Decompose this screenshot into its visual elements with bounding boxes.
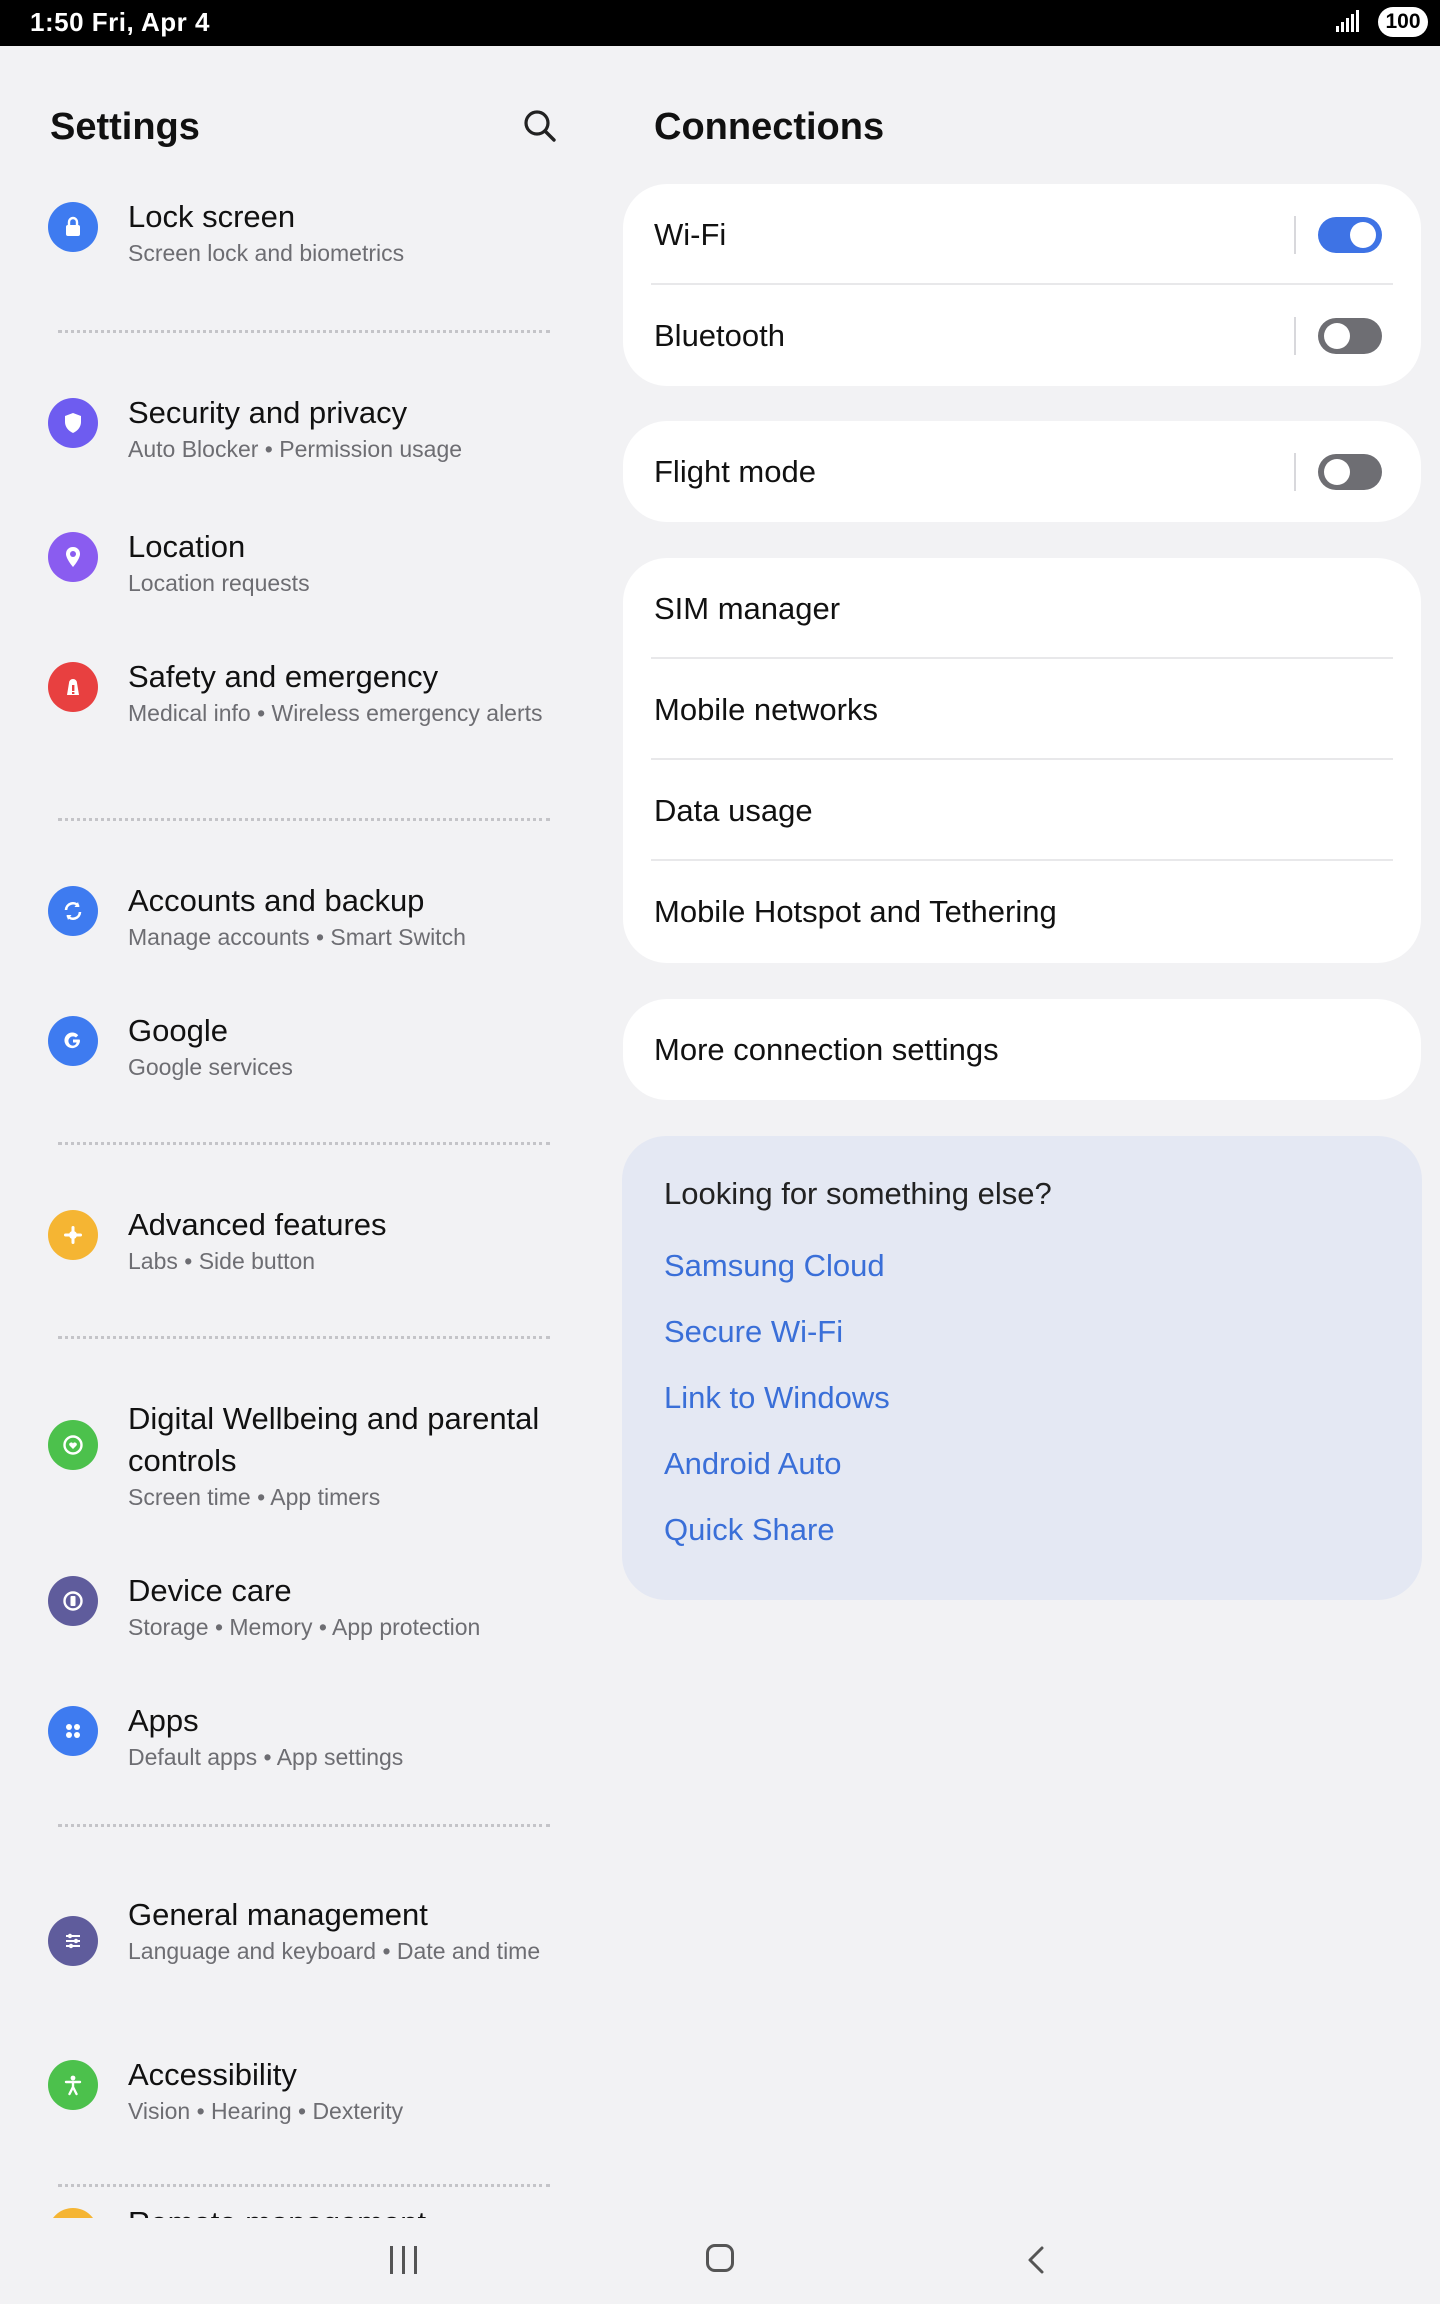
item-title: Google	[128, 1013, 228, 1048]
status-time: 1:50 Fri, Apr 4	[30, 7, 210, 37]
item-title: Advanced features	[128, 1207, 387, 1242]
location-pin-icon	[48, 532, 98, 582]
item-subtitle: Google services	[128, 1054, 293, 1080]
item-title: Apps	[128, 1703, 199, 1738]
toggle-knob	[1350, 222, 1376, 248]
item-title: General management	[128, 1897, 428, 1932]
item-title: Lock screen	[128, 199, 296, 234]
suggestions-card: Looking for something else? Samsung Clou…	[622, 1136, 1422, 1600]
row-vertical-divider	[1294, 453, 1296, 491]
link-secure-wifi[interactable]: Secure Wi-Fi	[664, 1314, 843, 1350]
group-divider	[58, 1336, 550, 1339]
signal-icon	[1336, 10, 1360, 32]
toggle-knob	[1324, 323, 1350, 349]
more-settings-card: More connection settings	[623, 999, 1421, 1100]
item-subtitle: Language and keyboard • Date and time	[128, 1938, 541, 1964]
settings-list-panel: Settings Lock screen Screen lock and biom…	[0, 46, 600, 2218]
item-subtitle: Location requests	[128, 570, 310, 596]
sync-icon	[48, 886, 98, 936]
wifi-label: Wi-Fi	[654, 217, 727, 252]
recent-apps-button[interactable]	[390, 2246, 420, 2274]
wellbeing-icon	[48, 1420, 98, 1470]
item-title: Accounts and backup	[128, 883, 425, 918]
sim-manager-label: SIM manager	[654, 591, 841, 626]
remote-icon	[48, 2208, 98, 2218]
item-title: Security and privacy	[128, 395, 408, 430]
item-title: Remote management	[128, 2202, 568, 2218]
apps-grid-icon	[48, 1706, 98, 1756]
item-title: Device care	[128, 1573, 292, 1608]
battery-icon: 100	[1378, 7, 1428, 37]
accessibility-icon	[48, 2060, 98, 2110]
item-subtitle: Screen lock and biometrics	[128, 240, 405, 266]
network-card: SIM manager Mobile networks Data usage M…	[623, 558, 1421, 963]
mobile-networks-label: Mobile networks	[654, 692, 878, 727]
mobile-networks-row[interactable]: Mobile networks	[623, 659, 1421, 760]
lock-icon	[48, 202, 98, 252]
flight-mode-label: Flight mode	[654, 454, 816, 489]
flight-mode-card: Flight mode	[623, 421, 1421, 522]
wifi-toggle[interactable]	[1318, 217, 1382, 253]
wifi-row[interactable]: Wi-Fi	[623, 184, 1421, 285]
data-usage-row[interactable]: Data usage	[623, 760, 1421, 861]
hotspot-label: Mobile Hotspot and Tethering	[654, 894, 1057, 929]
suggestions-heading: Looking for something else?	[664, 1176, 1052, 1211]
flight-mode-toggle[interactable]	[1318, 454, 1382, 490]
more-connection-settings-label: More connection settings	[654, 1032, 999, 1067]
home-button[interactable]	[706, 2244, 734, 2272]
navigation-bar	[0, 2218, 1440, 2304]
row-vertical-divider	[1294, 216, 1296, 254]
search-icon	[524, 110, 556, 142]
item-title: Digital Wellbeing and parental controls	[128, 1401, 540, 1478]
status-bar: 1:50 Fri, Apr 4 100	[0, 0, 1440, 46]
hotspot-row[interactable]: Mobile Hotspot and Tethering	[623, 861, 1421, 962]
bluetooth-label: Bluetooth	[654, 318, 785, 353]
item-title: Accessibility	[128, 2057, 297, 2092]
item-subtitle: Storage • Memory • App protection	[128, 1614, 481, 1640]
link-quick-share[interactable]: Quick Share	[664, 1512, 835, 1548]
group-divider	[58, 1142, 550, 1145]
row-vertical-divider	[1294, 317, 1296, 355]
link-link-to-windows[interactable]: Link to Windows	[664, 1380, 890, 1416]
data-usage-label: Data usage	[654, 793, 813, 828]
group-divider	[58, 818, 550, 821]
link-android-auto[interactable]: Android Auto	[664, 1446, 842, 1482]
group-divider	[58, 330, 550, 333]
back-arrow-icon	[1028, 2246, 1044, 2274]
settings-title: Settings	[50, 106, 200, 148]
item-title: Location	[128, 529, 246, 564]
wireless-card: Wi-Fi Bluetooth	[623, 184, 1421, 386]
group-divider	[58, 1824, 550, 1827]
link-samsung-cloud[interactable]: Samsung Cloud	[664, 1248, 885, 1284]
toggle-knob	[1324, 459, 1350, 485]
puzzle-icon	[48, 1210, 98, 1260]
shield-icon	[48, 398, 98, 448]
item-title: Safety and emergency	[128, 659, 439, 694]
item-subtitle: Default apps • App settings	[128, 1744, 404, 1770]
flight-mode-row[interactable]: Flight mode	[623, 421, 1421, 522]
emergency-icon	[48, 662, 98, 712]
sim-manager-row[interactable]: SIM manager	[623, 558, 1421, 659]
item-subtitle: Auto Blocker • Permission usage	[128, 436, 463, 462]
item-subtitle: Labs • Side button	[128, 1248, 316, 1274]
item-subtitle: Screen time • App timers	[128, 1484, 381, 1510]
search-button[interactable]	[518, 104, 562, 148]
device-care-icon	[48, 1576, 98, 1626]
google-icon	[48, 1016, 98, 1066]
bluetooth-row[interactable]: Bluetooth	[623, 285, 1421, 386]
item-subtitle: Manage accounts • Smart Switch	[128, 924, 466, 950]
group-divider	[58, 2184, 550, 2187]
item-subtitle: Vision • Hearing • Dexterity	[128, 2098, 404, 2124]
bluetooth-toggle[interactable]	[1318, 318, 1382, 354]
sliders-icon	[48, 1916, 98, 1966]
connections-title: Connections	[654, 106, 885, 148]
item-subtitle: Medical info • Wireless emergency alerts	[128, 700, 543, 726]
back-button[interactable]	[1024, 2242, 1048, 2278]
more-connection-settings-row[interactable]: More connection settings	[623, 999, 1421, 1100]
